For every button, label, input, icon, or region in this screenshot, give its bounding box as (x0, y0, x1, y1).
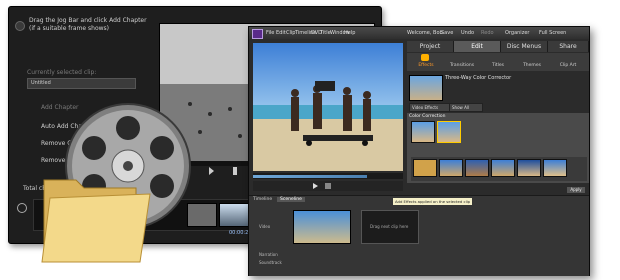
undo-button[interactable]: Undo (461, 30, 474, 36)
play-icon[interactable] (209, 167, 214, 175)
scene-drop-zone[interactable]: Drag next clip here (361, 210, 419, 244)
organizer-button[interactable]: Organizer (505, 30, 529, 36)
redo-button[interactable]: Redo (481, 30, 494, 36)
back-timecode: 00:00:2 (229, 230, 249, 236)
subtab-titles[interactable]: Titles (481, 63, 515, 68)
save-button[interactable]: Save (441, 30, 453, 36)
app-logo-icon (252, 29, 263, 39)
subtab-themes[interactable]: Themes (515, 63, 549, 68)
subtab-clip-art[interactable]: Clip Art (551, 63, 585, 68)
menu-edit[interactable]: Edit (276, 30, 286, 36)
effect-thumb-3[interactable] (465, 159, 489, 177)
hint-text: Drag the Jog Bar and click Add Chapter (… (29, 17, 147, 32)
rotate-icon[interactable] (17, 203, 27, 213)
selected-clip-label: Currently selected clip: (27, 69, 97, 76)
effect-thumb-4[interactable] (491, 159, 515, 177)
subtab-effects[interactable]: Effects (409, 63, 443, 68)
scene-clip-1[interactable] (293, 210, 351, 244)
edit-subtabs: Effects Transitions Titles Themes Clip A… (407, 53, 589, 71)
effect-name: Three-Way Color Corrector (445, 75, 512, 81)
apply-button[interactable]: Apply (567, 187, 585, 193)
menu-bar: File Edit Clip Timeline DVD Title Window… (249, 27, 589, 39)
color-correction-heading: Color Correction (409, 114, 446, 119)
menu-help[interactable]: Help (344, 30, 355, 36)
film-reel-folder-graphic (41, 103, 191, 263)
next-frame-icon[interactable] (233, 167, 237, 175)
menu-file[interactable]: File (266, 30, 274, 36)
film-crew-scene (253, 43, 403, 171)
stop-icon[interactable] (325, 183, 331, 189)
folder-icon (41, 179, 151, 263)
effects-icon[interactable] (421, 54, 429, 61)
tab-disc-menus[interactable]: Disc Menus (501, 41, 548, 52)
full-screen-button[interactable]: Full Screen (539, 30, 566, 36)
scrubber-progress (253, 175, 367, 178)
welcome-text: Welcome, Bob (407, 30, 443, 36)
preview-monitor (253, 43, 403, 171)
back-thumbnail-2[interactable] (219, 203, 249, 227)
effect-thumb-1[interactable] (413, 159, 437, 177)
subtab-transitions[interactable]: Transitions (445, 63, 479, 68)
effect-thumb-2[interactable] (439, 159, 463, 177)
tab-edit[interactable]: Edit (454, 41, 501, 52)
effects-row-2 (411, 157, 587, 181)
track-label-narration: Narration (259, 252, 278, 257)
selected-clip-dropdown[interactable]: Untitled (27, 78, 136, 89)
dropzone-text: Drag next clip here (370, 224, 409, 229)
track-label-video: Video (259, 224, 271, 229)
tooltip: Add Effects applied on the selected clip (393, 198, 473, 205)
effect-auto-color[interactable] (411, 121, 435, 143)
show-all-dropdown[interactable]: Show All (449, 103, 483, 112)
premiere-elements-window: File Edit Clip Timeline DVD Title Window… (248, 26, 590, 276)
help-icon[interactable] (15, 21, 25, 31)
video-effects-dropdown[interactable]: Video Effects (409, 103, 453, 112)
tab-project[interactable]: Project (407, 41, 454, 52)
effect-preview-thumbnail (409, 75, 443, 101)
tab-share[interactable]: Share (548, 41, 589, 52)
tab-timeline[interactable]: Timeline (253, 197, 272, 202)
transport-controls (253, 181, 403, 191)
play-icon[interactable] (313, 183, 318, 189)
effect-thumb-6[interactable] (543, 159, 567, 177)
effect-three-way-color-corrector[interactable] (437, 121, 461, 143)
track-label-soundtrack: Soundtrack (259, 260, 282, 265)
effects-list: Color Correction (407, 113, 589, 183)
effect-thumb-5[interactable] (517, 159, 541, 177)
tab-sceneline[interactable]: Sceneline (277, 197, 305, 202)
sceneline-panel: Timeline Sceneline Add Effects applied o… (249, 195, 589, 276)
